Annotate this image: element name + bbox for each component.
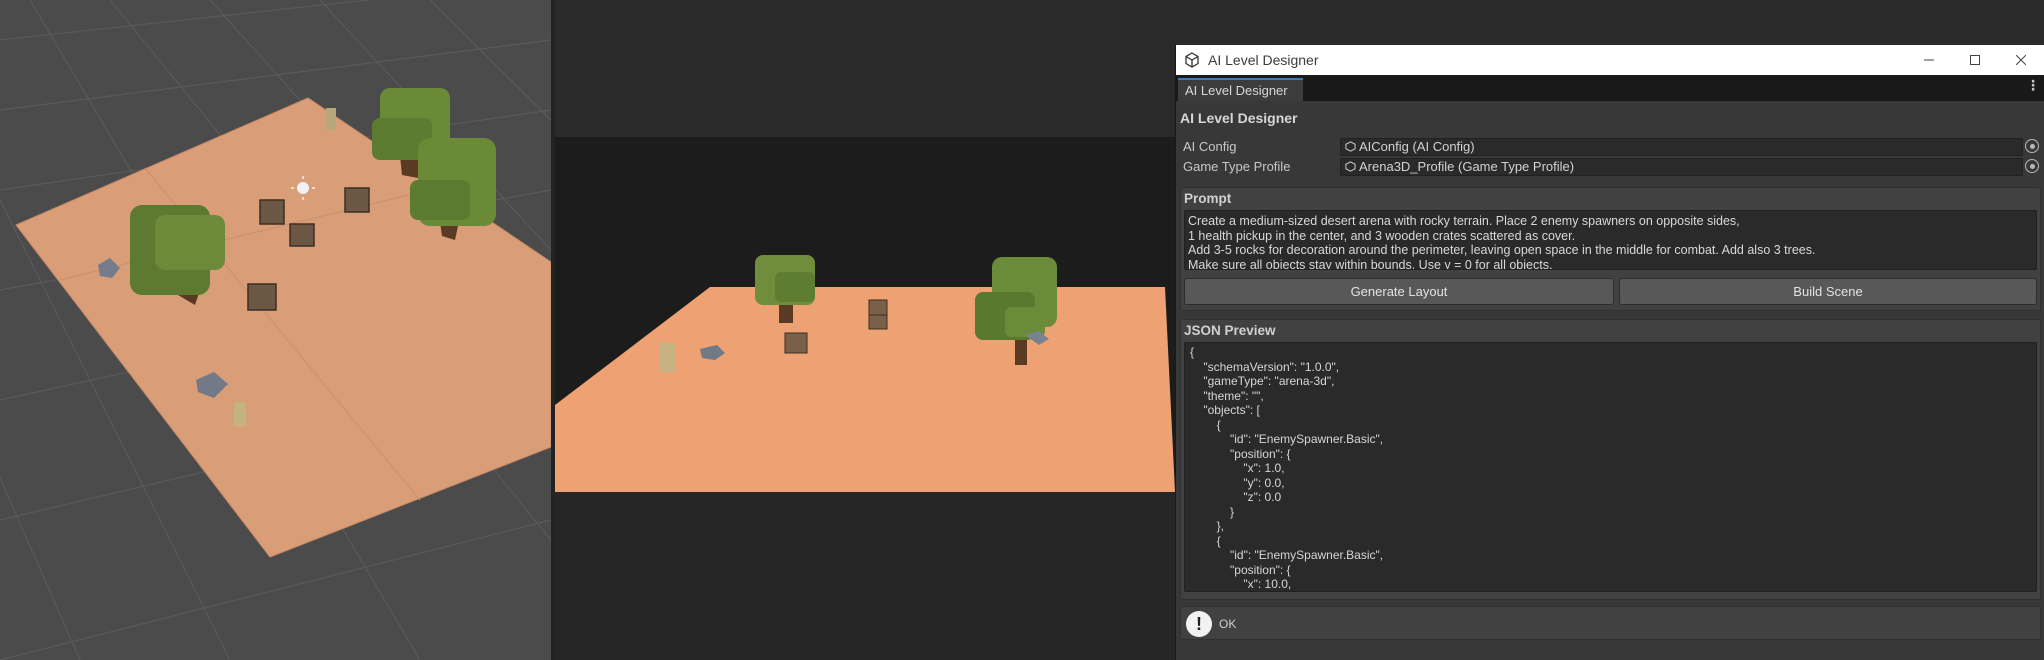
close-icon[interactable] <box>1998 45 2044 75</box>
maximize-icon[interactable] <box>1952 45 1998 75</box>
game-view[interactable] <box>555 0 1185 660</box>
more-options-icon[interactable]: ⋮ <box>2026 78 2040 94</box>
prompt-section: Prompt Create a medium-sized desert aren… <box>1180 187 2041 311</box>
window-title: AI Level Designer <box>1208 52 1319 68</box>
scene-viewport-graphic <box>0 0 551 660</box>
page-title: AI Level Designer <box>1180 110 1298 126</box>
generate-layout-button[interactable]: Generate Layout <box>1184 278 1614 305</box>
tab-ai-level-designer[interactable]: AI Level Designer <box>1178 78 1303 101</box>
background-panel <box>1185 0 2044 45</box>
json-preview-textarea[interactable]: { "schemaVersion": "1.0.0", "gameType": … <box>1184 342 2037 592</box>
scene-enemy-spawner <box>234 402 246 426</box>
game-enemy-spawner <box>660 342 676 372</box>
game-type-profile-label: Game Type Profile <box>1183 159 1291 174</box>
ai-config-object-field[interactable]: AIConfig (AI Config) <box>1340 138 2023 156</box>
prompt-textarea[interactable]: Create a medium-sized desert arena with … <box>1184 210 2037 270</box>
scene-view[interactable] <box>0 0 551 660</box>
ai-config-field: AI Config AIConfig (AI Config) <box>1181 138 2039 156</box>
game-type-profile-value: Arena3D_Profile (Game Type Profile) <box>1359 159 1575 174</box>
tab-strip: AI Level Designer ⋮ <box>1176 75 2044 101</box>
game-viewport-graphic <box>555 255 1175 492</box>
json-preview-section: JSON Preview { "schemaVersion": "1.0.0",… <box>1180 319 2041 600</box>
build-scene-button[interactable]: Build Scene <box>1619 278 2037 305</box>
game-ground-plane <box>555 287 1175 492</box>
json-preview-title: JSON Preview <box>1184 323 1276 338</box>
game-type-profile-object-field[interactable]: Arena3D_Profile (Game Type Profile) <box>1340 158 2023 176</box>
status-message: OK <box>1219 617 1237 631</box>
game-viewport <box>555 137 1175 492</box>
scene-enemy-spawner <box>326 108 336 130</box>
info-exclamation-icon: ! <box>1186 611 1212 637</box>
ai-config-value: AIConfig (AI Config) <box>1359 139 1475 154</box>
unity-logo-icon <box>1185 52 1199 68</box>
status-bar: ! OK <box>1180 606 2041 640</box>
prompt-title: Prompt <box>1184 191 1232 206</box>
game-view-bottom-area <box>555 492 1185 660</box>
object-picker-icon[interactable] <box>2025 159 2039 173</box>
game-type-profile-field: Game Type Profile Arena3D_Profile (Game … <box>1181 158 2039 176</box>
window-content: AI Level Designer AI Config AIConfig (AI… <box>1176 101 2044 660</box>
ai-level-designer-window: AI Level Designer AI Level Designer ⋮ AI… <box>1175 45 2044 660</box>
ai-config-label: AI Config <box>1183 139 1237 154</box>
object-picker-icon[interactable] <box>2025 139 2039 153</box>
window-titlebar[interactable]: AI Level Designer <box>1176 45 2044 75</box>
minimize-icon[interactable] <box>1906 45 1952 75</box>
scriptable-object-icon <box>1345 141 1356 152</box>
game-view-top-area <box>555 0 1185 137</box>
scriptable-object-icon <box>1345 161 1356 172</box>
